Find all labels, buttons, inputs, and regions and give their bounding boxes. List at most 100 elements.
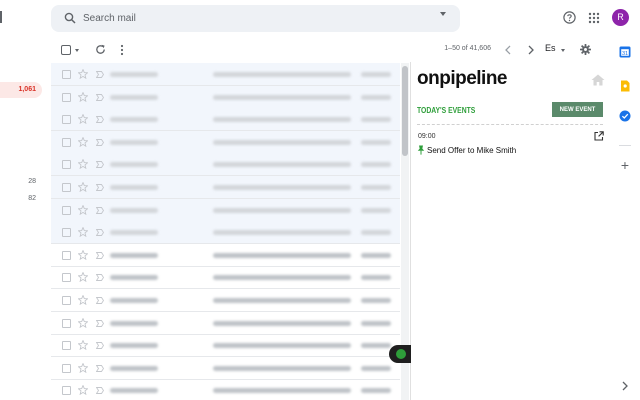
important-marker-icon[interactable] bbox=[96, 342, 104, 350]
important-marker-icon[interactable] bbox=[96, 93, 104, 101]
main-menu-icon[interactable] bbox=[0, 11, 4, 23]
star-icon[interactable] bbox=[78, 295, 88, 305]
star-icon[interactable] bbox=[78, 249, 88, 260]
mail-row[interactable] bbox=[51, 289, 400, 312]
select-all-checkbox[interactable] bbox=[61, 45, 71, 55]
mail-row[interactable] bbox=[51, 357, 400, 380]
language-chevron-down-icon[interactable] bbox=[561, 49, 565, 52]
chevron-right-icon[interactable] bbox=[527, 45, 535, 55]
search-icon[interactable] bbox=[64, 12, 76, 24]
mail-row[interactable] bbox=[51, 266, 400, 290]
star-icon[interactable] bbox=[78, 91, 88, 102]
more-vert-icon[interactable] bbox=[120, 44, 124, 56]
star-icon[interactable] bbox=[78, 182, 88, 192]
mail-row-checkbox[interactable] bbox=[62, 115, 71, 125]
star-icon[interactable] bbox=[78, 272, 88, 283]
mail-row-checkbox[interactable] bbox=[62, 137, 71, 147]
important-marker-icon[interactable] bbox=[96, 229, 104, 237]
mail-row-checkbox[interactable] bbox=[62, 363, 71, 373]
mail-row-checkbox[interactable] bbox=[62, 318, 71, 328]
mail-row-checkbox[interactable] bbox=[62, 183, 71, 192]
mail-row[interactable] bbox=[51, 379, 400, 400]
mail-row[interactable] bbox=[51, 176, 400, 199]
mail-date-redacted bbox=[361, 320, 391, 326]
important-marker-icon[interactable] bbox=[96, 161, 104, 169]
mail-row-checkbox[interactable] bbox=[62, 70, 71, 79]
mail-row[interactable] bbox=[51, 85, 400, 109]
mail-subject-redacted bbox=[213, 275, 351, 281]
scrollbar-thumb[interactable] bbox=[402, 66, 408, 156]
pin-icon bbox=[417, 145, 425, 155]
side-panel-rail bbox=[612, 38, 640, 400]
important-marker-icon[interactable] bbox=[96, 206, 104, 214]
mail-row[interactable] bbox=[51, 130, 400, 154]
search-options-chevron-down-icon[interactable] bbox=[440, 12, 446, 16]
event-title-link[interactable]: Send Offer to Mike Smith bbox=[427, 146, 516, 155]
important-marker-icon[interactable] bbox=[96, 71, 104, 78]
important-marker-icon[interactable] bbox=[96, 274, 104, 282]
star-icon[interactable] bbox=[78, 204, 88, 215]
star-icon[interactable] bbox=[78, 69, 88, 79]
chevron-left-icon[interactable] bbox=[504, 45, 512, 55]
mail-row[interactable] bbox=[51, 108, 400, 132]
mail-sender-redacted bbox=[110, 72, 158, 77]
mail-row[interactable] bbox=[51, 153, 400, 177]
calendar-icon[interactable]: 31 bbox=[619, 46, 631, 58]
mail-subject-redacted bbox=[213, 72, 351, 77]
mail-row[interactable] bbox=[51, 334, 400, 358]
mail-row[interactable] bbox=[51, 221, 400, 245]
refresh-icon[interactable] bbox=[95, 44, 106, 55]
chevron-right-icon[interactable] bbox=[621, 381, 629, 391]
star-icon[interactable] bbox=[78, 114, 88, 125]
new-event-button[interactable]: NEW EVENT bbox=[552, 102, 603, 117]
star-icon[interactable] bbox=[78, 362, 88, 373]
important-marker-icon[interactable] bbox=[96, 297, 104, 304]
important-marker-icon[interactable] bbox=[96, 387, 104, 395]
mail-row-checkbox[interactable] bbox=[62, 386, 71, 396]
important-marker-icon[interactable] bbox=[96, 251, 104, 259]
star-icon[interactable] bbox=[78, 385, 88, 396]
star-icon[interactable] bbox=[78, 317, 88, 328]
gear-icon[interactable] bbox=[580, 44, 591, 55]
search-input[interactable] bbox=[83, 8, 423, 29]
apps-grid-icon[interactable] bbox=[588, 12, 600, 24]
mail-row-checkbox[interactable] bbox=[62, 250, 71, 260]
important-marker-icon[interactable] bbox=[96, 138, 104, 146]
important-marker-icon[interactable] bbox=[96, 319, 104, 327]
open-external-icon[interactable] bbox=[594, 131, 604, 141]
mail-row-checkbox[interactable] bbox=[62, 228, 71, 238]
mail-row-checkbox[interactable] bbox=[62, 205, 71, 215]
important-marker-icon[interactable] bbox=[96, 116, 104, 124]
star-icon[interactable] bbox=[78, 136, 88, 147]
search-bar[interactable] bbox=[51, 5, 460, 32]
avatar[interactable]: R bbox=[612, 9, 629, 26]
mail-subject-redacted bbox=[213, 320, 351, 326]
star-icon[interactable] bbox=[78, 227, 88, 238]
mail-subject-redacted bbox=[213, 230, 351, 236]
mail-row-checkbox[interactable] bbox=[62, 341, 71, 351]
home-icon[interactable] bbox=[591, 74, 605, 86]
select-options-chevron-down-icon[interactable] bbox=[75, 49, 79, 52]
tasks-icon[interactable] bbox=[619, 110, 631, 122]
star-icon[interactable] bbox=[78, 340, 88, 351]
mail-row-checkbox[interactable] bbox=[62, 296, 71, 305]
mail-row-checkbox[interactable] bbox=[62, 273, 71, 283]
mail-row[interactable] bbox=[51, 244, 400, 267]
onpipeline-panel: onpipeline TODAY'S EVENTS NEW EVENT 09:0… bbox=[410, 62, 606, 400]
add-addon-plus-icon[interactable]: + bbox=[619, 158, 631, 172]
mail-toolbar: 1–50 of 41,606 Es bbox=[51, 38, 601, 62]
mail-subject-redacted bbox=[213, 298, 351, 303]
mail-row[interactable] bbox=[51, 312, 400, 335]
mail-row-checkbox[interactable] bbox=[62, 160, 71, 170]
keep-icon[interactable] bbox=[619, 80, 631, 92]
mail-row[interactable] bbox=[51, 63, 400, 86]
mail-row-checkbox[interactable] bbox=[62, 92, 71, 102]
important-marker-icon[interactable] bbox=[96, 184, 104, 191]
label-count: 82 bbox=[28, 195, 36, 202]
star-icon[interactable] bbox=[78, 159, 88, 170]
inbox-unread-count[interactable]: 1,061 bbox=[0, 82, 42, 98]
mail-sender-redacted bbox=[110, 252, 158, 258]
mail-row[interactable] bbox=[51, 198, 400, 222]
help-icon[interactable] bbox=[563, 11, 576, 24]
important-marker-icon[interactable] bbox=[96, 364, 104, 372]
